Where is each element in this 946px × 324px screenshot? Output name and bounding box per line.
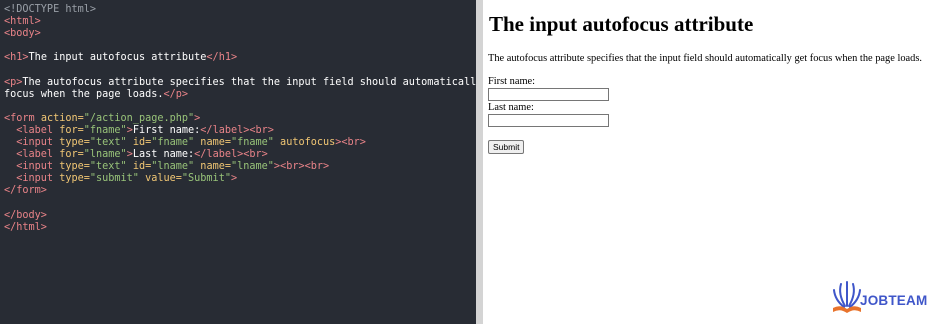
code-line: <body> — [4, 28, 41, 40]
submit-button[interactable]: Submit — [488, 140, 525, 154]
code-line: focus when the page loads.</p> — [4, 88, 189, 100]
first-name-label: First name: — [488, 76, 536, 87]
code-line: </form> — [4, 185, 47, 197]
pane-divider[interactable] — [476, 0, 483, 324]
page-title: The input autofocus attribute — [489, 12, 754, 36]
code-line: <input type="submit" value="Submit"> — [4, 173, 238, 185]
code-line: <label for="lname">Last name:</label><br… — [4, 149, 268, 161]
description-paragraph: The autofocus attribute specifies that t… — [488, 53, 922, 64]
code-line: <input type="text" id="lname" name="lnam… — [4, 161, 330, 173]
last-name-label: Last name: — [488, 102, 534, 113]
code-line: <h1>The input autofocus attribute</h1> — [4, 52, 238, 64]
code-line: <label for="fname">First name:</label><b… — [4, 124, 274, 136]
code-line: <html> — [4, 16, 41, 28]
jobteam-logo: JOBTEAM — [832, 276, 944, 316]
code-editor[interactable]: <!DOCTYPE html> <html> <body> <h1>The inpu… — [0, 0, 476, 324]
last-name-input[interactable] — [488, 114, 609, 127]
code-line: <input type="text" id="fname" name="fnam… — [4, 137, 366, 149]
code-line: </html> — [4, 221, 47, 233]
first-name-input[interactable] — [488, 88, 609, 101]
brand-name: JOBTEAM — [860, 293, 928, 308]
code-line: <!DOCTYPE html> — [4, 4, 97, 15]
code-block[interactable]: <!DOCTYPE html> <html> <body> <h1>The inpu… — [0, 0, 476, 234]
jobteam-logo-icon — [833, 281, 861, 313]
code-line: <p>The autofocus attribute specifies tha… — [4, 76, 476, 88]
code-line: <form action="/action_page.php"> — [4, 112, 201, 124]
name-form: First name: Last name: Submit — [488, 76, 609, 154]
code-line: </body> — [4, 209, 47, 221]
